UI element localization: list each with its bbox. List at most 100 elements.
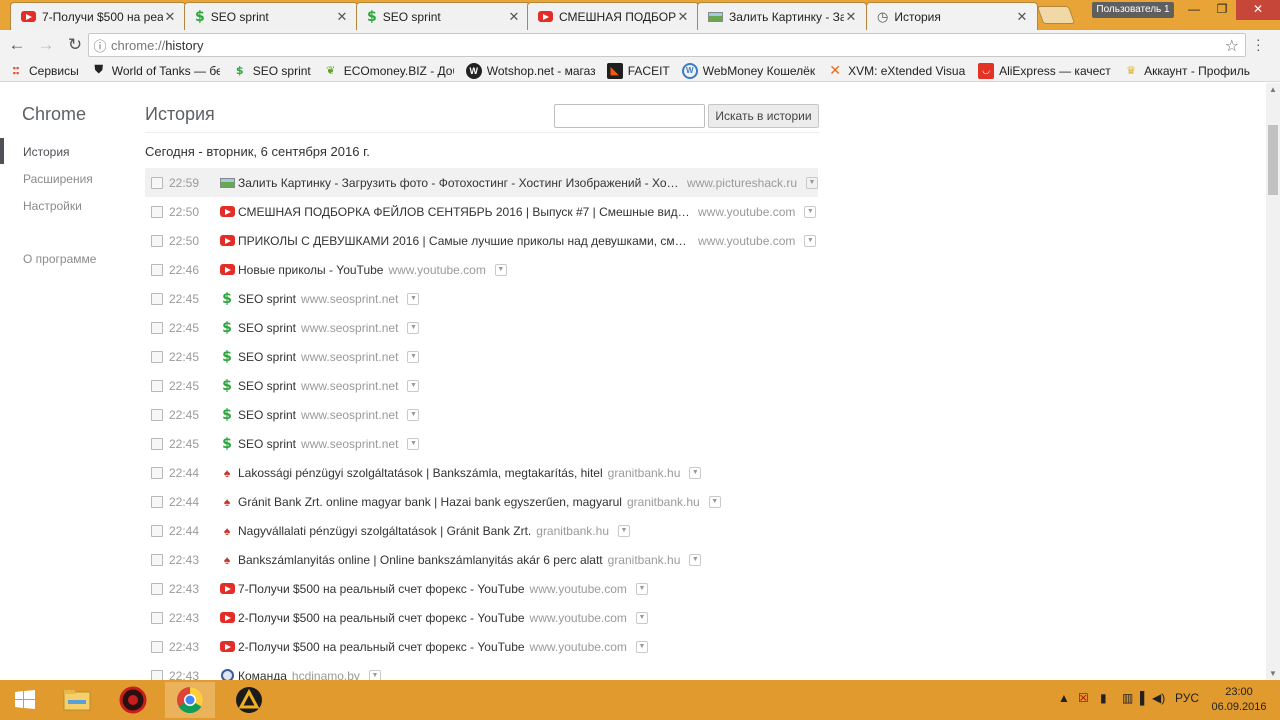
entry-menu-dropdown-icon[interactable]: ▼ <box>407 292 420 305</box>
window-close-button[interactable]: ✕ <box>1236 0 1280 20</box>
entry-title-link[interactable]: ПРИКОЛЫ С ДЕВУШКАМИ 2016 | Самые лучшие … <box>238 234 693 248</box>
tray-app-icon[interactable]: ▮ <box>1100 691 1107 705</box>
entry-checkbox[interactable] <box>151 321 163 334</box>
entry-checkbox[interactable] <box>151 176 163 189</box>
entry-title-link[interactable]: SEO sprint <box>238 321 296 335</box>
entry-checkbox[interactable] <box>151 466 163 479</box>
bookmark-wot[interactable]: ⛊ World of Tanks — бе <box>91 63 220 79</box>
forward-button[interactable]: → <box>34 33 58 57</box>
entry-menu-dropdown-icon[interactable]: ▼ <box>635 611 648 624</box>
file-explorer-button[interactable] <box>52 682 102 718</box>
entry-checkbox[interactable] <box>151 669 163 680</box>
tab-youtube-7[interactable]: 7-Получи $500 на реальный ✕ <box>10 2 186 30</box>
history-search-input[interactable] <box>554 104 705 128</box>
entry-title-link[interactable]: Команда <box>238 669 287 681</box>
bookmark-seosprint[interactable]: $ SEO sprint <box>232 63 311 79</box>
volume-icon[interactable]: ◀) <box>1152 691 1165 705</box>
back-button[interactable]: ← <box>5 33 29 57</box>
history-entry[interactable]: 22:50 СМЕШНАЯ ПОДБОРКА ФЕЙЛОВ СЕНТЯБРЬ 20… <box>145 197 825 226</box>
entry-title-link[interactable]: SEO sprint <box>238 350 296 364</box>
entry-menu-dropdown-icon[interactable]: ▼ <box>407 437 420 450</box>
entry-title-link[interactable]: Залить Картинку - Загрузить фото - Фотох… <box>238 176 682 190</box>
game-app-button[interactable] <box>108 682 158 718</box>
tray-expand-icon[interactable]: ▲ <box>1058 691 1070 705</box>
close-icon[interactable]: ✕ <box>507 9 521 25</box>
history-entry[interactable]: 22:43 2-Получи $500 на реальный счет форе… <box>145 632 825 661</box>
history-entry[interactable]: 22:43 2-Получи $500 на реальный счет форе… <box>145 603 825 632</box>
maximize-button[interactable]: ❐ <box>1208 0 1236 20</box>
tray-app-icon[interactable]: ▥ <box>1122 691 1133 705</box>
tab-youtube-fails[interactable]: СМЕШНАЯ ПОДБОРКА ✕ <box>527 2 699 30</box>
entry-menu-dropdown-icon[interactable]: ▼ <box>368 669 381 680</box>
entry-menu-dropdown-icon[interactable]: ▼ <box>635 582 648 595</box>
entry-checkbox[interactable] <box>151 524 163 537</box>
bookmark-aliexpress[interactable]: ◡ AliExpress — качеств <box>978 62 1111 79</box>
bookmark-star-icon[interactable]: ☆ <box>1225 36 1239 56</box>
entry-checkbox[interactable] <box>151 640 163 653</box>
entry-menu-dropdown-icon[interactable]: ▼ <box>407 350 420 363</box>
entry-checkbox[interactable] <box>151 379 163 392</box>
entry-title-link[interactable]: 7-Получи $500 на реальный счет форекс - … <box>238 582 525 596</box>
entry-menu-dropdown-icon[interactable]: ▼ <box>804 234 817 247</box>
entry-menu-dropdown-icon[interactable]: ▼ <box>407 379 420 392</box>
sidebar-item-settings[interactable]: Настройки <box>23 199 82 213</box>
bookmark-account[interactable]: ♛ Аккаунт - Профиль <box>1123 63 1250 79</box>
network-warning-icon[interactable]: ☒ <box>1078 691 1089 705</box>
address-bar[interactable]: ⓘ chrome://history ☆ <box>88 33 1246 57</box>
history-entry[interactable]: 22:44 ♠ Gránit Bank Zrt. online magyar ban… <box>145 487 825 516</box>
minimize-button[interactable]: — <box>1180 0 1208 20</box>
history-entry[interactable]: 22:43 ♠ Bankszámlanyitás online | Online b… <box>145 545 825 574</box>
entry-title-link[interactable]: Nagyvállalati pénzügyi szolgáltatások | … <box>238 524 531 538</box>
history-entry[interactable]: 22:50 ПРИКОЛЫ С ДЕВУШКАМИ 2016 | Самые лу… <box>145 226 825 255</box>
entry-checkbox[interactable] <box>151 234 163 247</box>
entry-title-link[interactable]: СМЕШНАЯ ПОДБОРКА ФЕЙЛОВ СЕНТЯБРЬ 2016 | … <box>238 205 693 219</box>
bookmark-wotshop[interactable]: W Wotshop.net - магази <box>465 62 595 79</box>
entry-menu-dropdown-icon[interactable]: ▼ <box>806 176 818 189</box>
history-entry[interactable]: 22:44 ♠ Nagyvállalati pénzügyi szolgáltatá… <box>145 516 825 545</box>
entry-menu-dropdown-icon[interactable]: ▼ <box>689 553 702 566</box>
history-entry[interactable]: 22:44 ♠ Lakossági pénzügyi szolgáltatások … <box>145 458 825 487</box>
entry-title-link[interactable]: SEO sprint <box>238 379 296 393</box>
entry-title-link[interactable]: 2-Получи $500 на реальный счет форекс - … <box>238 611 525 625</box>
url-text[interactable]: chrome://history <box>111 38 203 53</box>
sidebar-item-about[interactable]: О программе <box>23 252 96 266</box>
entry-checkbox[interactable] <box>151 437 163 450</box>
history-entry[interactable]: 22:45 $ SEO sprint www.seosprint.net ▼ <box>145 371 825 400</box>
scroll-up-icon[interactable]: ▲ <box>1269 85 1277 94</box>
sidebar-item-extensions[interactable]: Расширения <box>23 172 93 186</box>
history-entry[interactable]: 22:46 Новые приколы - YouTube www.youtube.… <box>145 255 825 284</box>
entry-title-link[interactable]: Bankszámlanyitás online | Online bankszá… <box>238 553 603 567</box>
scrollbar[interactable]: ▲ ▼ <box>1266 83 1280 680</box>
entry-menu-dropdown-icon[interactable]: ▼ <box>635 640 648 653</box>
history-entry[interactable]: 22:45 $ SEO sprint www.seosprint.net ▼ <box>145 429 825 458</box>
entry-title-link[interactable]: SEO sprint <box>238 437 296 451</box>
entry-menu-dropdown-icon[interactable]: ▼ <box>494 263 507 276</box>
bookmark-faceit[interactable]: ◣ FACEIT <box>606 62 670 79</box>
history-entry[interactable]: 22:59 Залить Картинку - Загрузить фото - … <box>145 168 818 197</box>
entry-title-link[interactable]: SEO sprint <box>238 292 296 306</box>
entry-title-link[interactable]: Gránit Bank Zrt. online magyar bank | Ha… <box>238 495 622 509</box>
reload-button[interactable]: ↻ <box>63 33 87 57</box>
entry-title-link[interactable]: Новые приколы - YouTube <box>238 263 383 277</box>
windows-start-button[interactable] <box>0 682 50 718</box>
entry-checkbox[interactable] <box>151 408 163 421</box>
entry-title-link[interactable]: Lakossági pénzügyi szolgáltatások | Bank… <box>238 466 603 480</box>
entry-menu-dropdown-icon[interactable]: ▼ <box>407 408 420 421</box>
close-icon[interactable]: ✕ <box>844 9 858 25</box>
entry-checkbox[interactable] <box>151 553 163 566</box>
scroll-thumb[interactable] <box>1268 125 1278 195</box>
profile-button[interactable]: Пользователь 1 <box>1092 2 1174 18</box>
close-icon[interactable]: ✕ <box>335 9 349 25</box>
scroll-down-icon[interactable]: ▼ <box>1269 669 1277 678</box>
close-icon[interactable]: ✕ <box>1015 9 1029 25</box>
bookmark-webmoney[interactable]: W WebMoney Кошелёк <box>681 62 815 79</box>
entry-menu-dropdown-icon[interactable]: ▼ <box>618 524 630 537</box>
bookmark-xvm[interactable]: ✕ XVM: eXtended Visua <box>827 62 966 79</box>
history-entry[interactable]: 22:45 $ SEO sprint www.seosprint.net ▼ <box>145 400 825 429</box>
entry-title-link[interactable]: SEO sprint <box>238 408 296 422</box>
info-icon[interactable]: ⓘ <box>89 36 111 55</box>
chrome-taskbar-button[interactable] <box>165 682 215 718</box>
entry-title-link[interactable]: 2-Получи $500 на реальный счет форекс - … <box>238 640 525 654</box>
entry-menu-dropdown-icon[interactable]: ▼ <box>708 495 721 508</box>
new-tab-button[interactable] <box>1036 6 1076 24</box>
